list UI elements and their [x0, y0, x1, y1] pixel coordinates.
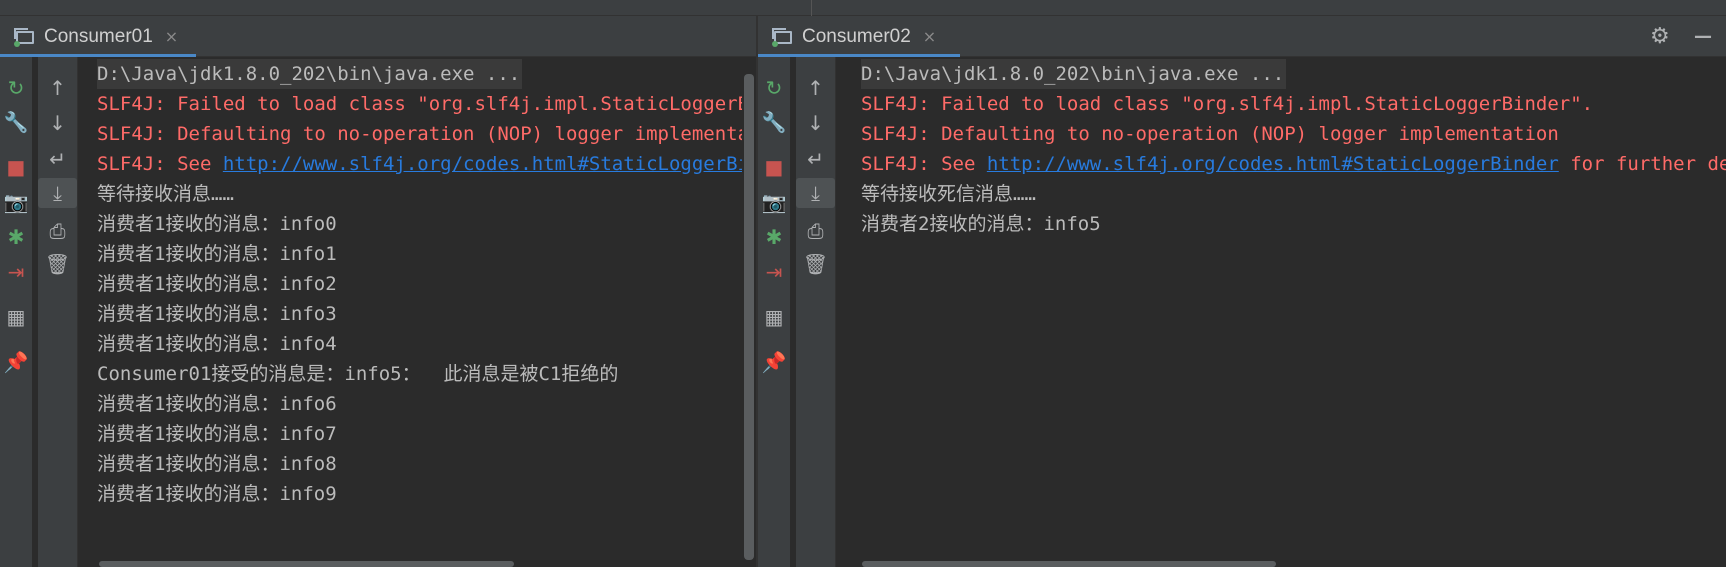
line-text: SLF4J: Defaulting to no-operation (NOP) …	[861, 123, 1559, 145]
tab-bar: Consumer02 × ⚙ —	[758, 16, 1726, 57]
tab-consumer01[interactable]: Consumer01 ×	[0, 16, 196, 57]
tab-consumer02[interactable]: Consumer02 ×	[758, 16, 960, 57]
output-line: Consumer01接受的消息是：info5： 此消息是被C1拒绝的	[97, 359, 618, 389]
wrench-icon[interactable]: 🔧	[758, 107, 790, 137]
output-line: 等待接收死信消息……	[861, 179, 1036, 209]
line-text-after: for further details.	[1570, 153, 1726, 175]
line-text: 消费者1接收的消息：info1	[97, 243, 337, 265]
scroll-to-end-icon[interactable]: ⤓	[796, 178, 835, 208]
debug-bug-icon[interactable]: ✱	[758, 222, 790, 252]
output-line: 等待接收消息……	[97, 179, 234, 209]
wrench-icon[interactable]: 🔧	[0, 107, 32, 137]
trash-icon[interactable]: 🗑	[38, 249, 77, 279]
line-text: 消费者1接收的消息：info4	[97, 333, 337, 355]
stop-icon[interactable]: ■	[758, 152, 790, 182]
layout-icon[interactable]: ▦	[0, 302, 32, 332]
output-line: 消费者1接收的消息：info9	[97, 479, 337, 509]
line-text: SLF4J: See	[97, 153, 223, 175]
output-line: 消费者1接收的消息：info6	[97, 389, 337, 419]
line-text: 消费者2接收的消息：info5	[861, 213, 1101, 235]
line-text: 消费者1接收的消息：info7	[97, 423, 337, 445]
error-line: SLF4J: Failed to load class "org.slf4j.i…	[861, 89, 1593, 119]
output-line: 消费者1接收的消息：info8	[97, 449, 337, 479]
tab-label: Consumer02	[802, 25, 911, 47]
tab-label: Consumer01	[44, 25, 153, 47]
stop-icon[interactable]: ■	[0, 152, 32, 182]
soft-wrap-icon[interactable]: ↵	[796, 144, 835, 174]
error-line: SLF4J: See http://www.slf4j.org/codes.ht…	[97, 149, 742, 179]
output-line: 消费者1接收的消息：info1	[97, 239, 337, 269]
output-line: 消费者2接收的消息：info5	[861, 209, 1101, 239]
camera-icon[interactable]: 📷	[758, 187, 790, 217]
console-icon	[772, 27, 792, 47]
output-line: 消费者1接收的消息：info4	[97, 329, 337, 359]
close-icon[interactable]: ×	[923, 27, 936, 46]
line-text: 消费者1接收的消息：info0	[97, 213, 337, 235]
up-arrow-icon[interactable]: ↑	[796, 73, 835, 103]
error-line: SLF4J: See http://www.slf4j.org/codes.ht…	[861, 149, 1726, 179]
console-icon	[14, 27, 34, 47]
line-text: 消费者1接收的消息：info6	[97, 393, 337, 415]
rerun-icon[interactable]: ↻	[0, 73, 32, 103]
camera-icon[interactable]: 📷	[0, 187, 32, 217]
exit-icon[interactable]: ⇥	[758, 257, 790, 287]
command-line: D:\Java\jdk1.8.0_202\bin\java.exe ...	[861, 59, 1287, 89]
minimize-icon[interactable]: —	[1694, 16, 1712, 57]
line-text: 消费者1接收的消息：info2	[97, 273, 337, 295]
vertical-scrollbar[interactable]	[744, 74, 754, 560]
down-arrow-icon[interactable]: ↓	[796, 108, 835, 138]
up-arrow-icon[interactable]: ↑	[38, 73, 77, 103]
line-text: 消费者1接收的消息：info3	[97, 303, 337, 325]
print-icon[interactable]: ⎙	[38, 216, 77, 246]
line-text: 等待接收消息……	[97, 183, 234, 205]
console-link[interactable]: http://www.slf4j.org/codes.html#StaticLo…	[987, 153, 1559, 175]
line-text: 消费者1接收的消息：info9	[97, 483, 337, 505]
top-strip-separator	[811, 0, 812, 16]
trash-icon[interactable]: 🗑	[796, 249, 835, 279]
down-arrow-icon[interactable]: ↓	[38, 108, 77, 138]
pin-icon[interactable]: 📌	[758, 347, 790, 377]
settings-icon[interactable]: ⚙	[1650, 16, 1670, 57]
output-line: 消费者1接收的消息：info7	[97, 419, 337, 449]
error-line: SLF4J: Failed to load class "org.slf4j.i…	[97, 89, 742, 119]
command-line: D:\Java\jdk1.8.0_202\bin\java.exe ...	[97, 59, 523, 89]
soft-wrap-icon[interactable]: ↵	[38, 144, 77, 174]
line-text: D:\Java\jdk1.8.0_202\bin\java.exe ...	[97, 63, 521, 85]
scroll-to-end-icon[interactable]: ⤓	[38, 178, 77, 208]
layout-icon[interactable]: ▦	[758, 302, 790, 332]
error-line: SLF4J: Defaulting to no-operation (NOP) …	[861, 119, 1559, 149]
horizontal-scrollbar[interactable]	[99, 561, 514, 567]
line-text: SLF4J: Failed to load class "org.slf4j.i…	[97, 93, 742, 115]
debug-bug-icon[interactable]: ✱	[0, 222, 32, 252]
horizontal-scrollbar[interactable]	[862, 561, 1276, 567]
run-toolbar: ↻ 🔧 ■ 📷 ✱ ⇥ ▦ 📌	[0, 57, 32, 567]
error-line: SLF4J: Defaulting to no-operation (NOP) …	[97, 119, 742, 149]
close-icon[interactable]: ×	[165, 27, 178, 46]
exit-icon[interactable]: ⇥	[0, 257, 32, 287]
output-line: 消费者1接收的消息：info3	[97, 299, 337, 329]
line-text: SLF4J: See	[861, 153, 987, 175]
line-text: 等待接收死信消息……	[861, 183, 1036, 205]
rerun-icon[interactable]: ↻	[758, 73, 790, 103]
line-text: SLF4J: Defaulting to no-operation (NOP) …	[97, 123, 742, 145]
pin-icon[interactable]: 📌	[0, 347, 32, 377]
window-top-strip	[0, 0, 1726, 16]
line-text: 消费者1接收的消息：info8	[97, 453, 337, 475]
line-text: Consumer01接受的消息是：info5： 此消息是被C1拒绝的	[97, 363, 619, 385]
run-panel-consumer01: Consumer01 × ↻ 🔧 ■ 📷 ✱ ⇥ ▦ 📌 ↑ ↓ ↵ ⤓ ⎙ 🗑 D:\Java\jdk…	[0, 16, 756, 567]
console-toolbar: ↑ ↓ ↵ ⤓ ⎙ 🗑	[38, 57, 78, 567]
output-line: 消费者1接收的消息：info0	[97, 209, 337, 239]
line-text: D:\Java\jdk1.8.0_202\bin\java.exe ...	[861, 63, 1285, 85]
tab-bar: Consumer01 ×	[0, 16, 756, 57]
print-icon[interactable]: ⎙	[796, 216, 835, 246]
run-toolbar: ↻ 🔧 ■ 📷 ✱ ⇥ ▦ 📌	[758, 57, 790, 567]
line-text: SLF4J: Failed to load class "org.slf4j.i…	[861, 93, 1594, 115]
console-link[interactable]: http://www.slf4j.org/codes.html#StaticLo…	[223, 153, 742, 175]
output-line: 消费者1接收的消息：info2	[97, 269, 337, 299]
run-panel-consumer02: Consumer02 × ⚙ — ↻ 🔧 ■ 📷 ✱ ⇥ ▦ 📌 ↑ ↓ ↵ ⤓ ⎙ 🗑 D:\Java…	[758, 16, 1726, 567]
console-output[interactable]: D:\Java\jdk1.8.0_202\bin\java.exe ... SLF…	[861, 57, 1726, 567]
console-toolbar: ↑ ↓ ↵ ⤓ ⎙ 🗑	[796, 57, 836, 567]
console-output[interactable]: D:\Java\jdk1.8.0_202\bin\java.exe ... SLF…	[97, 57, 742, 567]
